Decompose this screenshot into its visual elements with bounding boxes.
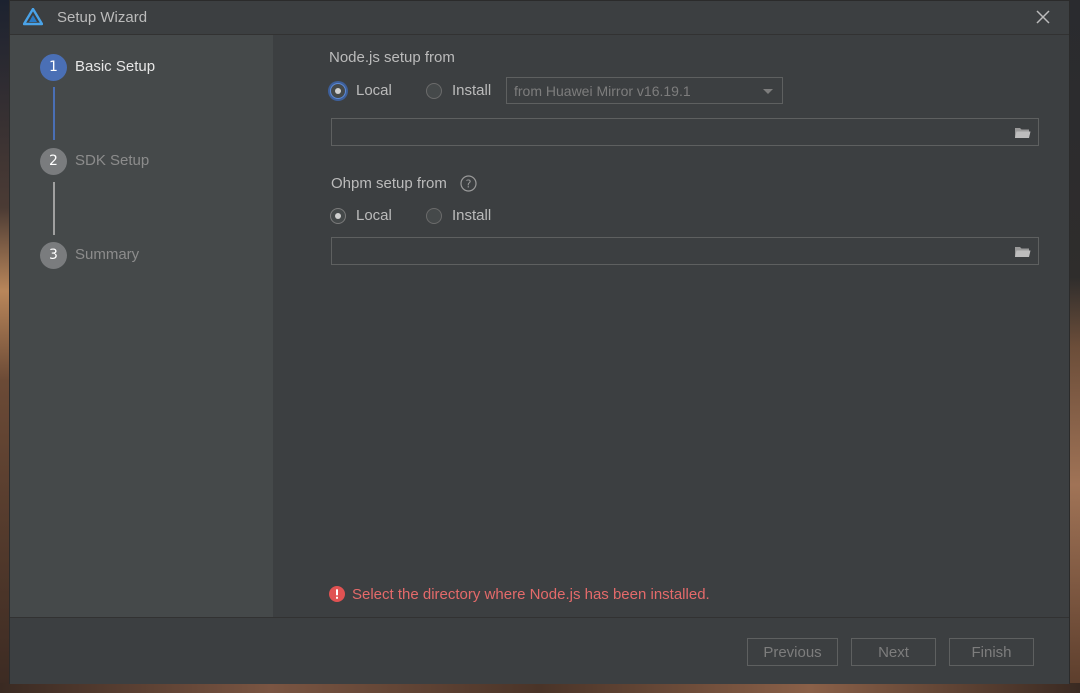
step-label: SDK Setup [75, 152, 150, 169]
step-number-badge: 2 [40, 148, 67, 175]
step-connector [53, 87, 55, 140]
ohpm-path-input[interactable] [332, 238, 1018, 264]
ohpm-path-field [331, 237, 1039, 265]
error-message: Select the directory where Node.js has b… [352, 586, 710, 603]
ohpm-source-radio-group: Local Install [330, 207, 630, 229]
folder-icon[interactable] [1014, 245, 1031, 258]
close-icon[interactable] [1035, 9, 1051, 25]
steps-sidebar: 1 Basic Setup 2 SDK Setup 3 Summary [10, 35, 273, 617]
nodejs-local-radio[interactable]: Local [330, 82, 400, 104]
nodejs-mirror-select[interactable]: from Huawei Mirror v16.19.1 [506, 77, 783, 104]
window-title: Setup Wizard [57, 9, 148, 26]
deveco-logo-icon [23, 8, 43, 26]
step-connector [53, 182, 55, 235]
radio-indicator [330, 208, 346, 224]
select-value: from Huawei Mirror v16.19.1 [514, 83, 691, 99]
nodejs-path-input[interactable] [332, 119, 1018, 145]
radio-indicator [330, 83, 346, 99]
radio-label: Install [452, 207, 492, 224]
nodejs-path-field [331, 118, 1039, 146]
chevron-down-icon [763, 89, 773, 94]
ohpm-local-radio[interactable]: Local [330, 207, 400, 229]
setup-wizard-window: Setup Wizard 1 Basic Setup 2 SDK Setup 3… [9, 0, 1070, 684]
ohpm-install-radio[interactable]: Install [426, 207, 506, 229]
content-panel: Node.js setup from Local Install from Hu… [273, 35, 1069, 617]
desktop-background-bottom [0, 683, 1080, 693]
step-number-badge: 1 [40, 54, 67, 81]
finish-button[interactable]: Finish [949, 638, 1034, 666]
svg-text:?: ? [466, 178, 472, 191]
help-icon[interactable]: ? [460, 175, 477, 192]
nodejs-section-label: Node.js setup from [329, 49, 455, 66]
next-button[interactable]: Next [851, 638, 936, 666]
radio-indicator [426, 208, 442, 224]
step-label: Basic Setup [75, 58, 156, 75]
nodejs-install-radio[interactable]: Install [426, 82, 506, 104]
radio-indicator [426, 83, 442, 99]
error-icon [329, 586, 345, 602]
radio-label: Local [356, 82, 392, 99]
ohpm-section-label: Ohpm setup from [331, 175, 447, 192]
wizard-footer: Previous Next Finish [10, 617, 1069, 684]
folder-icon[interactable] [1014, 126, 1031, 139]
step-number-badge: 3 [40, 242, 67, 269]
step-label: Summary [75, 246, 140, 263]
previous-button[interactable]: Previous [747, 638, 838, 666]
title-bar: Setup Wizard [10, 1, 1069, 35]
radio-label: Local [356, 207, 392, 224]
radio-label: Install [452, 82, 492, 99]
